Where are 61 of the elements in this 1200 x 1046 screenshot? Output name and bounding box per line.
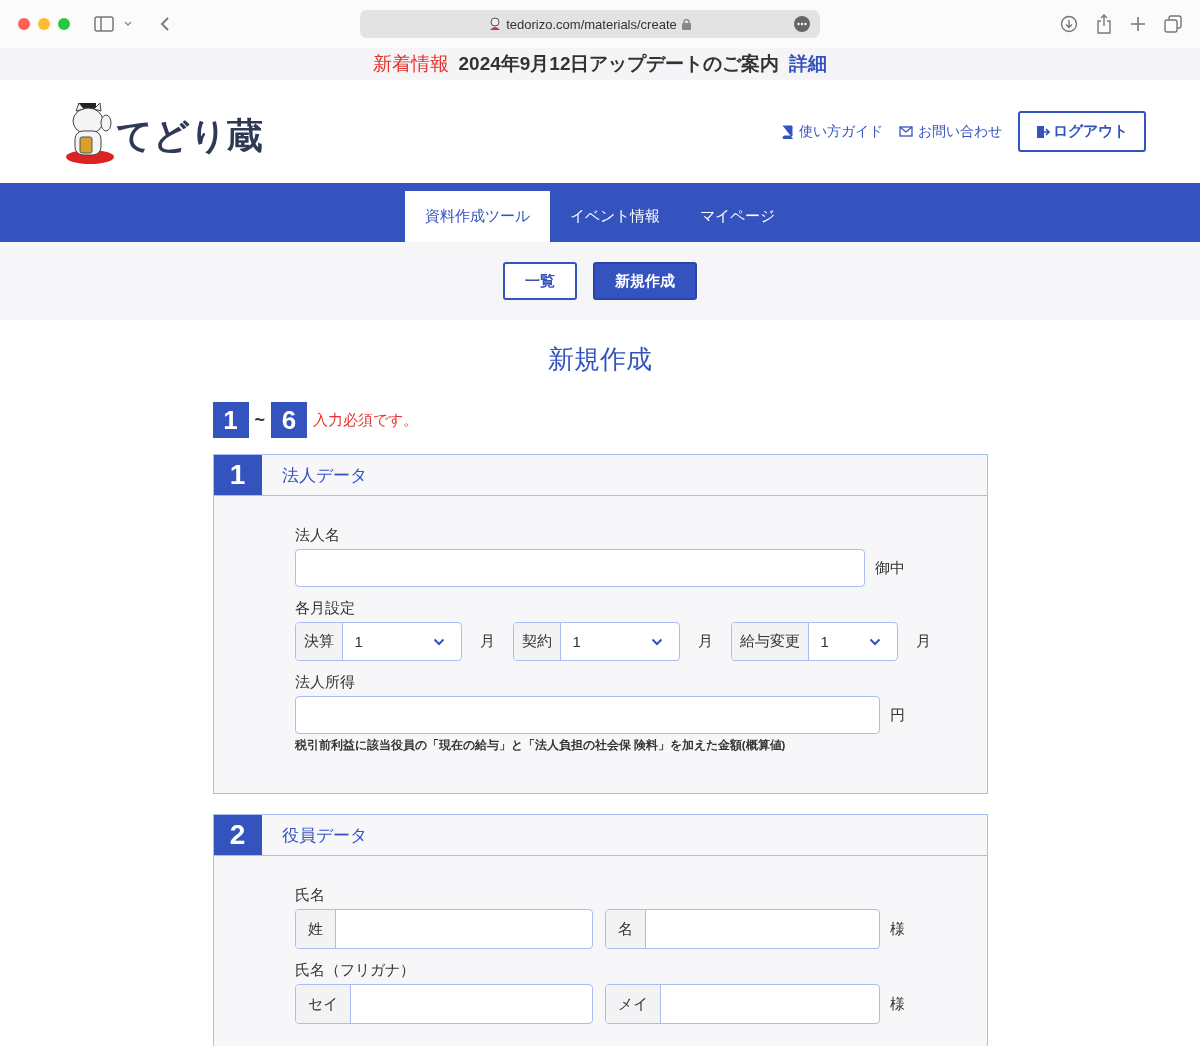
- text-field[interactable]: [294, 549, 865, 587]
- logo-text[interactable]: てどり蔵: [116, 111, 263, 161]
- new-tab-icon[interactable]: [1130, 16, 1146, 32]
- page-title: 新規作成: [547, 343, 653, 376]
- field-label: 氏名: [294, 886, 325, 905]
- chevron-down-icon[interactable]: [124, 21, 132, 27]
- section-number: 2: [213, 815, 262, 855]
- field-label: 各月設定: [294, 599, 355, 618]
- section-title: 法人データ: [281, 463, 367, 487]
- sidebar-icon[interactable]: [94, 16, 114, 32]
- header-link[interactable]: お問い合わせ: [899, 122, 1002, 141]
- month-select[interactable]: 契約 1: [512, 622, 680, 661]
- honorific-label: 様: [889, 919, 905, 939]
- chevron-down-icon: [650, 637, 663, 646]
- required-note: 入力必須です。: [313, 410, 418, 430]
- download-icon[interactable]: [1060, 15, 1078, 33]
- subnav-button[interactable]: 新規作成: [593, 262, 697, 300]
- step-number: 6: [271, 402, 307, 438]
- range-sign: ~: [254, 409, 265, 431]
- section-number: 1: [213, 455, 262, 495]
- unit-label: 月: [697, 632, 713, 651]
- name-field[interactable]: メイ: [604, 984, 880, 1024]
- more-icon[interactable]: [794, 16, 810, 32]
- month-select[interactable]: 決算 1: [294, 622, 462, 661]
- logout-button[interactable]: ログアウト: [1018, 111, 1146, 152]
- favicon-icon: [489, 17, 502, 31]
- mail-icon: [899, 126, 913, 137]
- exit-icon: [1036, 124, 1050, 139]
- name-field[interactable]: セイ: [294, 984, 593, 1024]
- header-link[interactable]: 使い方ガイド: [782, 122, 883, 141]
- field-label: 氏名（フリガナ）: [294, 961, 415, 980]
- back-icon[interactable]: [160, 16, 170, 32]
- zoom-button[interactable]: [58, 18, 70, 30]
- unit-label: 御中: [874, 558, 905, 578]
- field-label: 法人所得: [294, 673, 355, 692]
- tabs-icon[interactable]: [1164, 15, 1182, 33]
- nav-tab[interactable]: マイページ: [680, 191, 795, 242]
- unit-label: 月: [915, 632, 931, 651]
- name-field[interactable]: 名: [604, 909, 880, 949]
- text-field[interactable]: [294, 696, 880, 734]
- lock-icon: [681, 18, 691, 30]
- step-number: 1: [212, 402, 249, 438]
- address-bar[interactable]: tedorizo.com/materials/create: [360, 10, 820, 38]
- news-label: 新着情報: [372, 52, 449, 76]
- share-icon[interactable]: [1096, 14, 1112, 34]
- chevron-down-icon: [432, 637, 445, 646]
- details-link[interactable]: 詳細: [789, 51, 828, 77]
- field-label: 法人名: [294, 526, 340, 545]
- chevron-down-icon: [868, 637, 881, 646]
- close-button[interactable]: [18, 18, 30, 30]
- section-title: 役員データ: [281, 823, 367, 847]
- nav-tab[interactable]: イベント情報: [550, 191, 680, 242]
- honorific-label: 様: [889, 994, 905, 1014]
- announcement-text: 2024年9月12日アップデートのご案内: [458, 52, 780, 76]
- field-note: 税引前利益に該当役員の「現在の給与」と「法人負担の社会保 険料」を加えた金額(概算値): [294, 738, 786, 753]
- nav-tab[interactable]: 資料作成ツール: [405, 191, 550, 242]
- name-field[interactable]: 姓: [294, 909, 593, 949]
- unit-label: 月: [479, 632, 495, 651]
- unit-label: 円: [889, 705, 905, 725]
- subnav-button[interactable]: 一覧: [503, 262, 577, 300]
- month-select[interactable]: 給与変更 1: [730, 622, 898, 661]
